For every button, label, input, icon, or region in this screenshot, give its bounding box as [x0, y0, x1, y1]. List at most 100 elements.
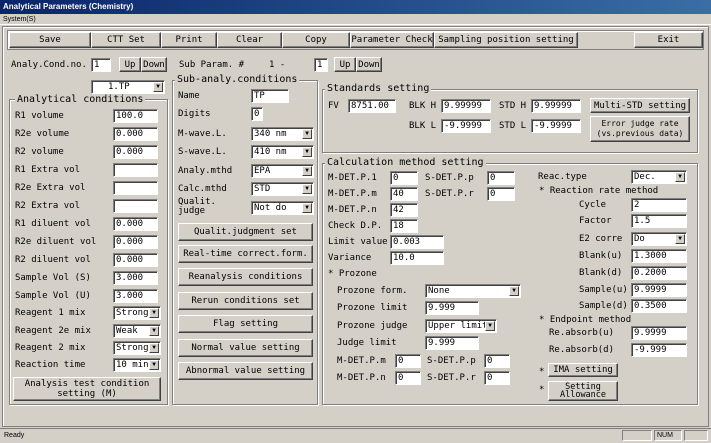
analytical-input-0[interactable]: 100.0 [113, 109, 158, 123]
e2-corre-select[interactable]: Do ▼ [631, 232, 687, 246]
prozone-mdet-m-input[interactable]: 0 [395, 354, 421, 368]
blk-h-input[interactable]: 9.99999 [441, 99, 491, 113]
analytical-input-4[interactable] [113, 181, 158, 195]
chevron-down-icon[interactable]: ▼ [149, 308, 159, 318]
analytical-input-9[interactable]: 3.000 [113, 271, 158, 285]
rr2-input-0[interactable]: 1.3000 [631, 249, 687, 263]
limit-value-input[interactable]: 0.003 [390, 235, 444, 249]
ima-setting-button[interactable]: IMA setting [548, 363, 618, 377]
mdet-input-0[interactable]: 0 [390, 171, 418, 185]
reac-type-select[interactable]: Dec. ▼ [631, 170, 687, 184]
analytical-input-6[interactable]: 0.000 [113, 217, 158, 231]
sub-up-button[interactable]: Up [334, 57, 356, 72]
setting-allowance-button[interactable]: Setting Allowance [548, 381, 618, 401]
exit-button[interactable]: Exit [634, 32, 703, 48]
analytical-input-7[interactable]: 0.000 [113, 235, 158, 249]
print-button[interactable]: Print [161, 32, 217, 48]
sub-button-5[interactable]: Normal value setting [178, 339, 313, 357]
multi-std-button[interactable]: Multi-STD setting [590, 98, 690, 113]
sub-select-2[interactable]: EPA ▼ [251, 164, 314, 178]
prozone-limit-input[interactable]: 9.999 [425, 301, 479, 315]
sub-button-3[interactable]: Rerun conditions set [178, 292, 313, 310]
std-l-input[interactable]: -9.9999 [531, 119, 581, 133]
analytical-select-2[interactable]: Strong ▼ [113, 341, 161, 355]
analy-cond-input[interactable]: 1 [91, 58, 111, 72]
variance-input[interactable]: 10.0 [390, 251, 444, 265]
error-judge-rate-button[interactable]: Error judge rate (vs.previous data) [590, 116, 690, 142]
copy-button[interactable]: Copy [282, 32, 350, 48]
analytical-input-5[interactable] [113, 199, 158, 213]
rr2-input-1[interactable]: 0.2000 [631, 266, 687, 280]
chevron-down-icon[interactable]: ▼ [149, 326, 159, 336]
chevron-down-icon[interactable]: ▼ [302, 184, 312, 194]
ep-input-1[interactable]: -9.999 [631, 343, 687, 357]
rr2-input-2[interactable]: 9.9999 [631, 283, 687, 297]
std-h-input[interactable]: 9.99999 [531, 99, 581, 113]
ctt-set-button[interactable]: CTT Set [91, 32, 161, 48]
blk-l-input[interactable]: -9.9999 [441, 119, 491, 133]
clear-button[interactable]: Clear [217, 32, 282, 48]
chevron-down-icon[interactable]: ▼ [485, 321, 495, 331]
sampling-position-button[interactable]: Sampling position setting [434, 32, 578, 48]
analytical-input-2[interactable]: 0.000 [113, 145, 158, 159]
chevron-down-icon[interactable]: ▼ [509, 286, 519, 296]
chevron-down-icon[interactable]: ▼ [302, 147, 312, 157]
rr2-input-3[interactable]: 0.3500 [631, 299, 687, 313]
sub-button-4[interactable]: Flag setting [178, 315, 313, 333]
rr-input-1[interactable]: 1.5 [631, 214, 687, 228]
chevron-down-icon[interactable]: ▼ [153, 82, 163, 92]
analytical-input-1[interactable]: 0.000 [113, 127, 158, 141]
ep-input-0[interactable]: 9.9999 [631, 326, 687, 340]
sub-analy-title: Sub-analy.conditions [175, 74, 300, 85]
prozone-sdet-r-input[interactable]: 0 [484, 371, 510, 385]
analytical-select-0-value: Strong [116, 308, 149, 318]
fv-input[interactable]: 8751.00 [348, 99, 396, 113]
rr-input-0[interactable]: 2 [631, 198, 687, 212]
menu-system[interactable]: System(S) [0, 14, 711, 25]
chevron-down-icon[interactable]: ▼ [302, 203, 312, 213]
analytical-input-10[interactable]: 3.000 [113, 289, 158, 303]
analytical-input-8[interactable]: 0.000 [113, 253, 158, 267]
name-input[interactable]: TP [251, 89, 289, 103]
sub-button-6[interactable]: Abnormal value setting [178, 362, 313, 380]
check-dp-input[interactable]: 18 [390, 219, 418, 233]
chevron-down-icon[interactable]: ▼ [149, 343, 159, 353]
test-select[interactable]: 1.TP ▼ [91, 80, 165, 94]
rr2-label-0: Blank(u) [579, 251, 623, 261]
analytical-input-3[interactable] [113, 163, 158, 177]
prozone-sdet-p-input[interactable]: 0 [484, 354, 510, 368]
cond-up-button[interactable]: Up [119, 57, 141, 72]
analytical-select-3[interactable]: 10 min. ▼ [113, 358, 161, 372]
fv-label: FV [328, 101, 339, 111]
chevron-down-icon[interactable]: ▼ [675, 172, 685, 182]
sdet-input-0[interactable]: 0 [487, 171, 515, 185]
sdet-input-1[interactable]: 0 [487, 187, 515, 201]
prozone-judge-select[interactable]: Upper limit ▼ [425, 319, 497, 333]
judge-limit-input[interactable]: 9.999 [425, 336, 479, 350]
parameter-check-button[interactable]: Parameter Check [350, 32, 434, 48]
sub-select-4[interactable]: Not do ▼ [251, 201, 314, 215]
mdet-input-2[interactable]: 42 [390, 203, 418, 217]
sub-button-2[interactable]: Reanalysis conditions [178, 268, 313, 286]
analytical-select-1[interactable]: Weak ▼ [113, 324, 161, 338]
mdet-input-1[interactable]: 40 [390, 187, 418, 201]
analytical-select-0[interactable]: Strong ▼ [113, 306, 161, 320]
cond-down-button[interactable]: Down [141, 57, 167, 72]
prozone-form-select[interactable]: None ▼ [425, 284, 521, 298]
sub-down-button[interactable]: Down [356, 57, 382, 72]
chevron-down-icon[interactable]: ▼ [149, 360, 159, 370]
sub-select-0[interactable]: 340 nm ▼ [251, 127, 314, 141]
digits-input[interactable]: 0 [251, 107, 263, 121]
chevron-down-icon[interactable]: ▼ [302, 129, 312, 139]
sub-select-1[interactable]: 410 nm ▼ [251, 145, 314, 159]
sub-button-1[interactable]: Real-time correct.form. [178, 245, 313, 263]
chevron-down-icon[interactable]: ▼ [302, 166, 312, 176]
sub-select-3[interactable]: STD ▼ [251, 182, 314, 196]
prozone-mdet-n-input[interactable]: 0 [395, 371, 421, 385]
sub-param-input[interactable]: 1 [314, 58, 328, 72]
sub-button-0[interactable]: Qualit.judgment set [178, 223, 313, 241]
save-button[interactable]: Save [9, 32, 91, 48]
chevron-down-icon[interactable]: ▼ [675, 234, 685, 244]
endpoint-heading: * Endpoint method [539, 315, 632, 325]
analysis-test-condition-button[interactable]: Analysis test condition setting (M) [13, 377, 161, 401]
